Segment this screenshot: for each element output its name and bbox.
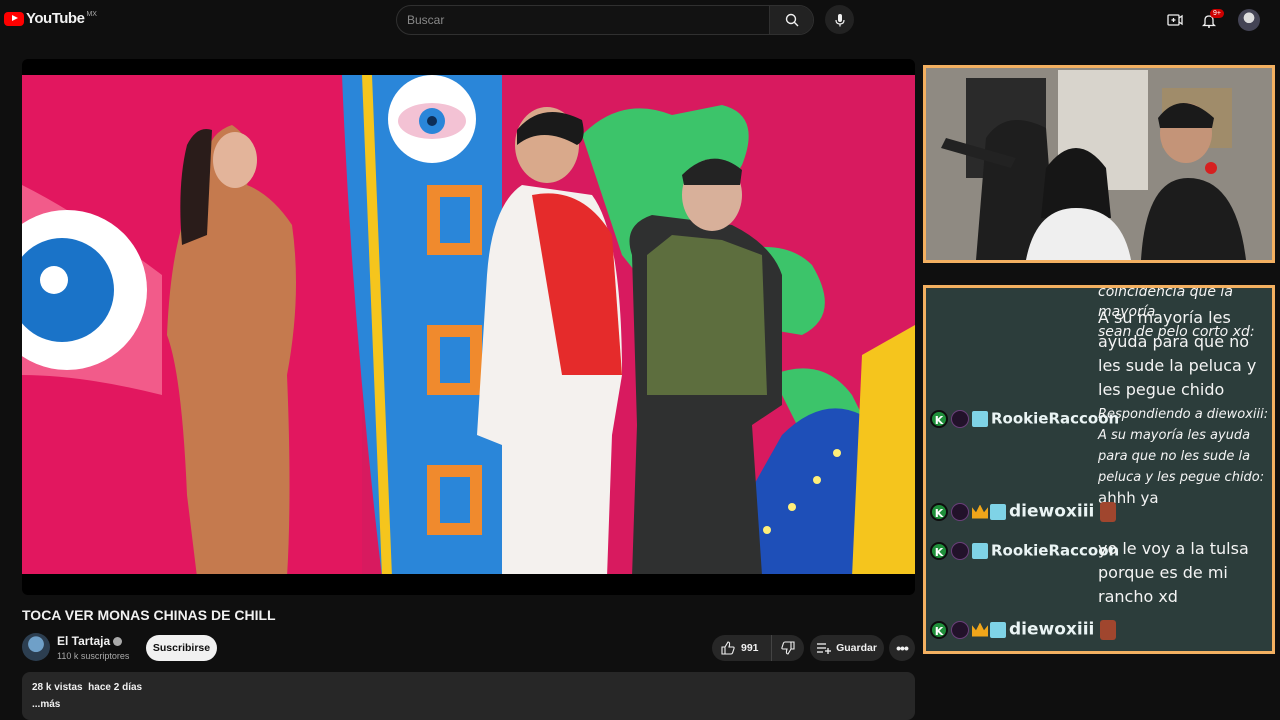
stream-chat: coincidencia que la mayoría sean de pelo… — [923, 285, 1275, 654]
channel-avatar[interactable] — [22, 633, 50, 661]
chat-message-5: Kdiewoxiii — [930, 617, 1268, 642]
subscriber-count: 110 k suscriptores — [57, 651, 130, 661]
crown-badge-icon — [972, 504, 988, 519]
like-button[interactable]: 991 — [712, 635, 772, 661]
logo-text: YouTube — [26, 10, 85, 27]
subscriber-badge-icon — [990, 621, 1006, 638]
channel-name-row[interactable]: El Tartaja — [57, 634, 123, 648]
search-button[interactable] — [769, 6, 813, 34]
kick-badge-icon: K — [930, 620, 948, 639]
create-button[interactable] — [1165, 10, 1185, 30]
youtube-logo[interactable]: YouTube MX — [4, 10, 97, 27]
save-icon — [817, 643, 832, 654]
chat-username[interactable]: diewoxiii — [1009, 620, 1094, 640]
save-label: Guardar — [836, 642, 877, 654]
subscriber-badge-icon — [972, 542, 988, 559]
chat-message-4-text: yo le voy a la tulsa porque es de mi ran… — [1098, 539, 1249, 606]
crown-badge-icon — [972, 622, 988, 637]
kick-badge-icon: K — [930, 541, 948, 560]
channel-badge-icon — [951, 541, 969, 560]
like-dislike-group: 991 — [712, 635, 804, 661]
search-input[interactable] — [397, 6, 769, 34]
dislike-button[interactable] — [772, 641, 804, 655]
webcam-overlay — [923, 65, 1275, 263]
save-button[interactable]: Guardar — [810, 635, 884, 661]
chat-message-4: yo le voy a la tulsa porque es de mi ran… — [1098, 537, 1270, 609]
chat-message-1-text: A su mayoría les ayuda para que no les s… — [1098, 308, 1257, 399]
view-count: 28 k vistas — [32, 682, 83, 693]
upload-date: hace 2 días — [88, 682, 143, 693]
like-icon — [721, 641, 735, 655]
chat-message-2-reply: Respondiendo a diewoxiii: A su mayoría l… — [1098, 404, 1270, 510]
subscriber-badge-icon — [990, 503, 1006, 520]
video-frame — [22, 75, 915, 577]
kick-badge-icon: K — [930, 502, 948, 521]
chat-message-1: A su mayoría les ayuda para que no les s… — [1098, 306, 1270, 402]
emote-icon — [1100, 619, 1117, 640]
chat-reply-text: Respondiendo a diewoxiii: A su mayoría l… — [1098, 407, 1269, 485]
like-count: 991 — [741, 642, 759, 654]
channel-badge-icon — [951, 620, 969, 639]
channel-badge-icon — [951, 502, 969, 521]
country-code: MX — [86, 11, 97, 18]
subscriber-badge-icon — [972, 410, 988, 427]
top-bar: YouTube MX 9+ — [0, 0, 1280, 40]
chat-message-3: Kdiewoxiii — [930, 499, 1268, 524]
voice-search-button[interactable] — [825, 5, 854, 34]
video-title: TOCA VER MONAS CHINAS DE CHILL — [22, 607, 276, 623]
verified-icon — [113, 637, 123, 647]
channel-name[interactable]: El Tartaja — [57, 634, 110, 648]
search-bar — [396, 5, 814, 35]
channel-badge-icon — [951, 409, 969, 428]
mic-icon — [834, 13, 845, 26]
video-scene — [22, 75, 915, 577]
dislike-icon — [781, 641, 795, 655]
youtube-logo-icon — [4, 11, 24, 26]
search-icon — [785, 13, 798, 27]
emote-icon — [1100, 501, 1117, 522]
more-icon: ••• — [896, 640, 909, 656]
webcam-scene — [926, 68, 1272, 260]
chat-username[interactable]: diewoxiii — [1009, 502, 1094, 522]
kick-badge-icon: K — [930, 409, 948, 428]
notification-badge: 9+ — [1210, 9, 1224, 18]
subscribe-button[interactable]: Suscribirse — [146, 635, 217, 661]
create-icon — [1167, 14, 1183, 26]
video-player[interactable] — [22, 59, 915, 595]
description-box[interactable]: 28 k vistas hace 2 días ...más — [22, 672, 915, 720]
account-avatar[interactable] — [1238, 9, 1260, 31]
description-stats: 28 k vistas hace 2 días — [32, 682, 905, 693]
description-more[interactable]: ...más — [32, 699, 905, 710]
more-actions-button[interactable]: ••• — [889, 635, 915, 661]
